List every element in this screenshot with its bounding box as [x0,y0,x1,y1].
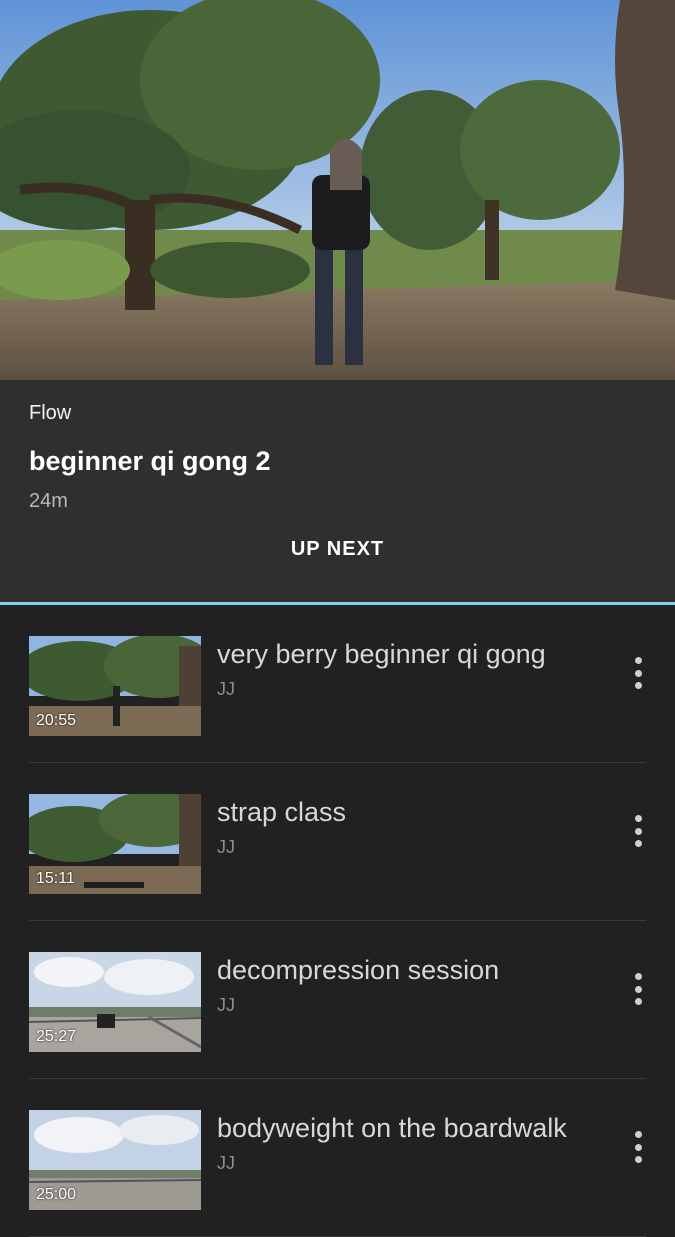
more-vertical-icon[interactable] [630,657,646,689]
more-vertical-icon[interactable] [630,1131,646,1163]
video-author: JJ [217,1153,235,1173]
video-length: 25:00 [36,1186,77,1203]
video-thumbnail[interactable]: 25:27 [29,952,201,1052]
video-name[interactable]: very berry beginner qi gong [217,639,546,670]
list-item[interactable]: 25:00 bodyweight on the boardwalk JJ [29,1079,646,1237]
video-author: JJ [217,837,235,857]
video-name[interactable]: bodyweight on the boardwalk [217,1113,567,1144]
video-length: 20:55 [36,712,77,729]
video-name[interactable]: strap class [217,797,346,828]
video-info-panel: Flow beginner qi gong 2 24m UP NEXT [0,380,675,602]
more-vertical-icon[interactable] [630,815,646,847]
list-item[interactable]: 15:11 strap class JJ [29,763,646,921]
video-player[interactable] [0,0,675,380]
video-frame [0,0,675,380]
video-duration: 24m [29,490,68,512]
tab-up-next[interactable]: UP NEXT [0,538,675,561]
more-vertical-icon[interactable] [630,973,646,1005]
up-next-list: 20:55 very berry beginner qi gong JJ 15:… [0,605,675,1237]
video-name[interactable]: decompression session [217,955,499,986]
video-thumbnail[interactable]: 15:11 [29,794,201,894]
video-length: 25:27 [36,1028,77,1045]
video-author: JJ [217,995,235,1015]
video-thumbnail[interactable]: 20:55 [29,636,201,736]
video-length: 15:11 [36,870,75,887]
list-item[interactable]: 25:27 decompression session JJ [29,921,646,1079]
video-thumbnail[interactable]: 25:00 [29,1110,201,1210]
video-category: Flow [29,402,72,424]
video-author: JJ [217,679,235,699]
video-title: beginner qi gong 2 [29,446,271,476]
list-item[interactable]: 20:55 very berry beginner qi gong JJ [29,605,646,763]
